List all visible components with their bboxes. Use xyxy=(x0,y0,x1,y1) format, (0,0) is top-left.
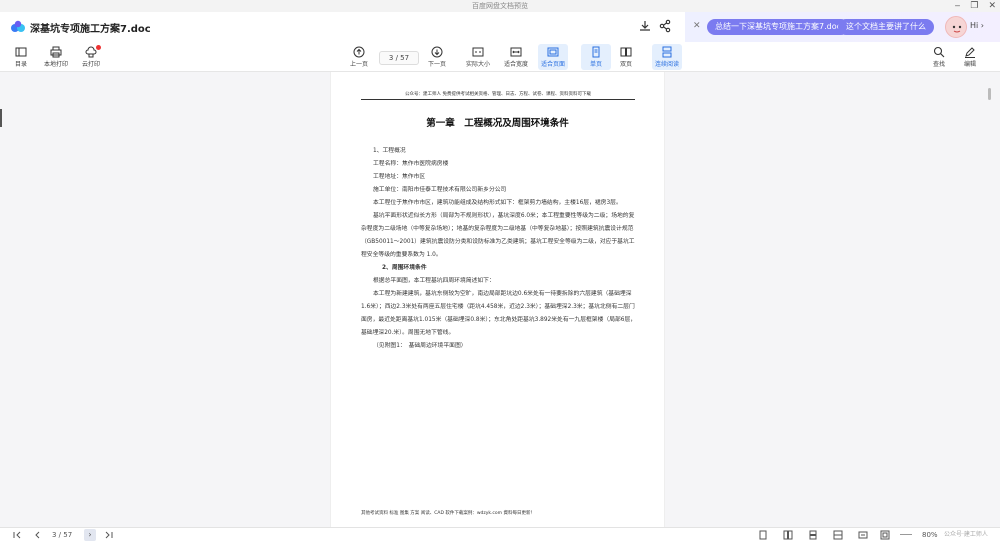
section-heading: 2、周围环境条件 xyxy=(382,265,427,271)
project-location: 工程地址：焦作市区 xyxy=(373,174,426,180)
window-title: 百度网盘文档预览 xyxy=(472,2,528,10)
fit-page-icon xyxy=(547,47,559,57)
search-button[interactable]: 查找 xyxy=(924,44,954,70)
fit-page-button[interactable]: 适合页面 xyxy=(538,44,568,70)
fit-width-button[interactable]: 适合宽度 xyxy=(501,44,531,70)
project-name: 工程名称：焦作市医院病房楼 xyxy=(373,161,449,167)
outline-icon xyxy=(15,47,27,57)
view-double-icon[interactable] xyxy=(783,530,793,540)
next-page-icon[interactable]: › xyxy=(84,529,96,541)
double-page-button[interactable]: 双页 xyxy=(611,44,641,70)
ai-close-button[interactable]: ✕ xyxy=(693,21,701,31)
next-page-button[interactable]: 下一页 xyxy=(422,44,452,70)
fit-page-status-icon[interactable] xyxy=(880,530,890,540)
continuous-reading-button[interactable]: 连续阅读 xyxy=(652,44,682,70)
view-single-icon[interactable] xyxy=(758,530,768,540)
chevron-right-icon: › xyxy=(980,21,984,30)
window-title-bar: 百度网盘文档预览 ‒ ❐ ✕ xyxy=(0,0,1000,12)
download-icon[interactable] xyxy=(638,19,652,33)
document-title: 深基坑专项施工方案7.doc xyxy=(30,24,151,35)
figure-reference: （见附图1： 基础周边环境平面图） xyxy=(373,343,467,349)
paragraph: 根据总平面图，本工程基坑四周环境简述如下： xyxy=(373,278,495,284)
ai-avatar[interactable] xyxy=(945,16,967,38)
last-page-icon[interactable] xyxy=(104,530,114,540)
paragraph: 本工程为新建建筑，基坑东侧较为空旷，南边局部距坑边0.6米处有一待要拆除的六层建… xyxy=(361,291,637,336)
actual-size-icon xyxy=(472,47,484,57)
sidebar-handle[interactable] xyxy=(0,109,2,127)
ai-suggestion-topic[interactable]: 这个文档主要讲了什么 xyxy=(838,19,934,35)
page-footer-text: 其他考试资料 标准 图集 方案 阅读、CAD 软件下载案例：wdzyk.com … xyxy=(361,511,535,516)
close-window-button[interactable]: ✕ xyxy=(988,0,996,12)
continuous-icon xyxy=(662,46,672,58)
fit-width-status-icon[interactable] xyxy=(858,530,868,540)
search-icon xyxy=(933,46,945,58)
double-page-icon xyxy=(620,47,632,57)
status-bar: 3 / 57 › 80% 公众号·建工师人 xyxy=(0,527,1000,541)
vertical-scrollbar-thumb[interactable] xyxy=(988,88,991,100)
first-page-icon[interactable] xyxy=(12,530,22,540)
builder: 施工单位：南阳市佳泰工程技术有限公司新乡分公司 xyxy=(373,187,507,193)
paragraph: 本工程位于焦作市市区，建筑功能组成及结构形式如下：框架剪力墙结构，主楼16层，裙… xyxy=(373,200,622,206)
edit-icon xyxy=(965,47,975,58)
prev-page-icon[interactable] xyxy=(32,530,42,540)
cloud-print-button[interactable]: 云打印 xyxy=(76,44,106,70)
prev-page-button[interactable]: 上一页 xyxy=(344,44,374,70)
fit-width-icon xyxy=(510,47,522,57)
document-page: 公众号：建工师人 免费提供考试相关资格、管理、日志、方程、试卷、课程、资料资料可… xyxy=(330,72,665,527)
arrow-down-circle-icon xyxy=(431,46,443,58)
single-page-button[interactable]: 单页 xyxy=(581,44,611,70)
print-icon xyxy=(50,46,62,58)
arrow-up-circle-icon xyxy=(353,46,365,58)
actual-size-button[interactable]: 实际大小 xyxy=(463,44,493,70)
page-header-text: 公众号：建工师人 免费提供考试相关资格、管理、日志、方程、试卷、课程、资料资料可… xyxy=(361,91,635,100)
paragraph: 基坑平面形状近似长方形（局部为不规则形状），基坑深度6.0米；本工程重要性等级为… xyxy=(361,213,635,258)
assistant-face-icon xyxy=(952,25,962,33)
watermark-text: 公众号·建工师人 xyxy=(944,531,988,538)
single-page-icon xyxy=(592,46,600,58)
status-page-indicator[interactable]: 3 / 57 xyxy=(52,530,72,540)
edit-button[interactable]: 编辑 xyxy=(955,44,985,70)
maximize-button[interactable]: ❐ xyxy=(970,0,978,12)
zoom-out-icon[interactable] xyxy=(900,534,912,535)
document-viewport[interactable]: 公众号：建工师人 免费提供考试相关资格、管理、日志、方程、试卷、课程、资料资料可… xyxy=(0,72,1000,527)
minimize-button[interactable]: ‒ xyxy=(955,0,961,12)
view-grid-icon[interactable] xyxy=(833,530,843,540)
local-print-button[interactable]: 本地打印 xyxy=(41,44,71,70)
view-continuous-icon[interactable] xyxy=(808,530,818,540)
ai-suggestion-summary[interactable]: 总结一下深基坑专项施工方案7.doc xyxy=(707,19,850,35)
share-icon[interactable] xyxy=(658,19,672,33)
outline-button[interactable]: 目录 xyxy=(6,44,36,70)
notification-dot xyxy=(96,45,101,50)
ai-assistant-panel: ✕ 总结一下深基坑专项施工方案7.doc 这个文档主要讲了什么 Hi › xyxy=(685,12,1000,43)
page-number-input[interactable]: 3 / 57 xyxy=(379,51,419,65)
baidu-netdisk-logo-icon xyxy=(11,20,25,32)
zoom-level[interactable]: 80% xyxy=(922,530,938,540)
section-heading: 1、工程概况 xyxy=(373,148,406,154)
chapter-title: 第一章 工程概况及周围环境条件 xyxy=(426,118,569,129)
ai-greeting[interactable]: Hi › xyxy=(970,21,984,30)
viewer-toolbar: 目录 本地打印 云打印 上一页 3 / 57 下一页 实际大小 适合宽度 适合页… xyxy=(0,42,1000,72)
window-controls: ‒ ❐ ✕ xyxy=(955,0,996,12)
page-body: 1、工程概况 工程名称：焦作市医院病房楼 工程地址：焦作市区 施工单位：南阳市佳… xyxy=(361,145,637,353)
